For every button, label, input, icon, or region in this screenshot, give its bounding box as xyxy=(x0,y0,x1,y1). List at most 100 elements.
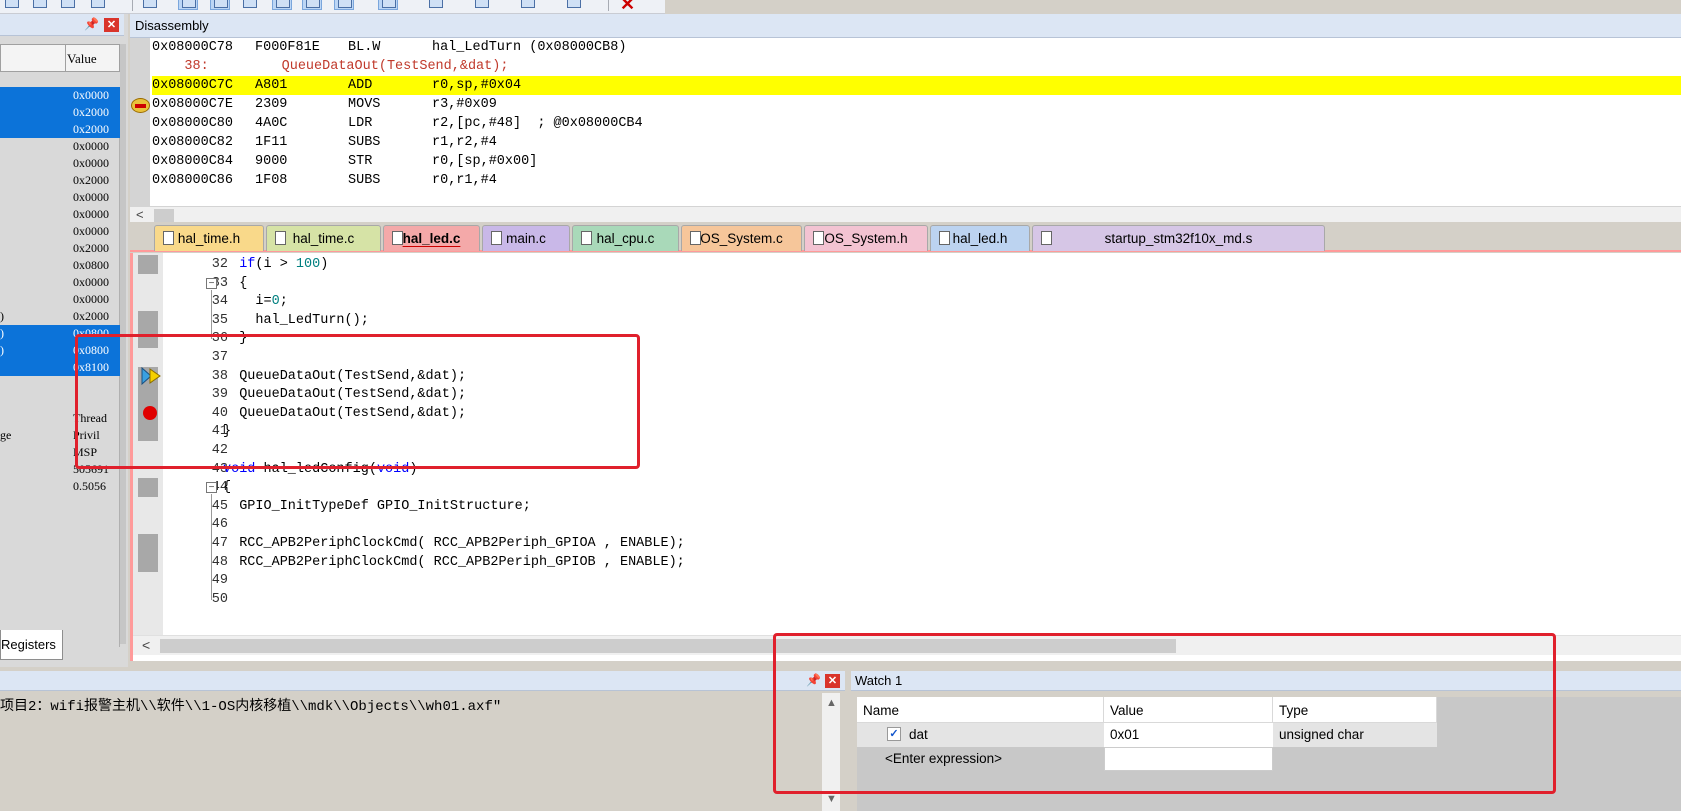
build-output-scrollbar[interactable]: ▲ ▼ xyxy=(822,693,840,811)
code-line[interactable]: RCC_APB2PeriphClockCmd( RCC_APB2Periph_G… xyxy=(223,534,685,553)
tab-startup-stm32f10x-md-s[interactable]: startup_stm32f10x_md.s xyxy=(1032,225,1325,251)
scroll-left-icon[interactable]: < xyxy=(136,207,144,222)
toolbar-button[interactable] xyxy=(88,0,108,10)
register-row[interactable]: ) 0x0800 xyxy=(0,342,120,359)
watch-row-name[interactable]: ✓ dat xyxy=(857,723,1104,747)
disassembly-scrollbar[interactable]: < xyxy=(130,206,1681,223)
pin-icon[interactable]: 📌 xyxy=(806,673,821,687)
enter-expression-value[interactable] xyxy=(1104,747,1273,771)
register-row[interactable]: 0x0000 xyxy=(0,138,120,155)
disassembly-source-line[interactable]: 38: QueueDataOut(TestSend,&dat); xyxy=(152,57,1681,76)
code-line[interactable]: void hal_ledConfig(void) xyxy=(223,460,417,479)
register-row[interactable]: ) 0x0800 xyxy=(0,325,120,342)
register-row[interactable] xyxy=(0,376,120,393)
disassembly-line[interactable]: 0x08000C78 F000F81E BL.W hal_LedTurn (0x080… xyxy=(152,38,1681,57)
check-icon[interactable]: ✓ xyxy=(887,727,901,741)
code-line[interactable]: RCC_APB2PeriphClockCmd( RCC_APB2Periph_G… xyxy=(223,553,685,572)
register-row[interactable]: MSP xyxy=(0,444,120,461)
tab-registers[interactable]: Registers xyxy=(0,630,63,660)
code-line[interactable]: { xyxy=(223,478,231,497)
register-row[interactable]: 0x0000 xyxy=(0,291,120,308)
register-row[interactable]: 0x0000 xyxy=(0,274,120,291)
code-line[interactable]: } xyxy=(223,422,231,441)
disassembly-line[interactable]: 0x08000C80 4A0C LDR r2,[pc,#48] ; @0x08000C… xyxy=(152,114,1681,133)
register-row[interactable]: 0x0000 xyxy=(0,189,120,206)
toolbar-button[interactable] xyxy=(472,0,492,10)
run-button[interactable] xyxy=(140,0,160,10)
register-row[interactable]: ge Privil xyxy=(0,427,120,444)
register-row[interactable]: 0x2000 xyxy=(0,121,120,138)
code-line[interactable]: { xyxy=(223,274,247,293)
scroll-down-icon[interactable]: ▼ xyxy=(826,793,837,805)
watch-column-value[interactable]: Value xyxy=(1104,697,1273,723)
toolbar-button[interactable] xyxy=(58,0,78,10)
close-icon[interactable]: ✕ xyxy=(825,674,840,688)
register-row[interactable] xyxy=(0,393,120,410)
disassembly-line[interactable]: 0x08000C7C A801 ADD r0,sp,#0x04 xyxy=(152,76,1681,95)
tab-hal-led-c[interactable]: hal_led.c xyxy=(383,225,480,251)
value-column-header[interactable]: Value xyxy=(67,51,97,67)
toolbar-button[interactable] xyxy=(518,0,538,10)
tab-hal-time-h[interactable]: hal_time.h xyxy=(154,225,264,251)
close-icon[interactable]: ✕ xyxy=(620,0,635,15)
pin-icon[interactable]: 📌 xyxy=(84,17,99,31)
tab-os-system-c[interactable]: OS_System.c xyxy=(681,225,802,251)
disassembly-line[interactable]: 0x08000C82 1F11 SUBS r1,r2,#4 xyxy=(152,133,1681,152)
tab-hal-cpu-c[interactable]: hal_cpu.c xyxy=(572,225,679,251)
code-editor[interactable]: 32 33 34 35 36 37 38 39 40 41 42 43 44 45 46 47 48 49 50 i… xyxy=(130,253,1681,661)
disassembly-line[interactable]: 0x08000C84 9000 STR r0,[sp,#0x00] xyxy=(152,152,1681,171)
breakpoint-icon[interactable] xyxy=(143,405,157,420)
watch-column-name[interactable]: Name xyxy=(857,697,1104,723)
fold-icon[interactable]: − xyxy=(206,277,217,289)
code-line[interactable]: QueueDataOut(TestSend,&dat); xyxy=(223,367,466,386)
registers-scrollbar[interactable] xyxy=(120,44,126,644)
register-row[interactable]: 0x0800 xyxy=(0,257,120,274)
scroll-left-icon[interactable]: < xyxy=(142,637,150,653)
watch-row-value[interactable]: 0x01 xyxy=(1104,723,1273,747)
register-row[interactable]: 0x2000 xyxy=(0,172,120,189)
register-row[interactable]: 0x0000 xyxy=(0,206,120,223)
register-row[interactable]: 0.5056 xyxy=(0,478,120,495)
toolbar-button[interactable] xyxy=(272,0,292,10)
editor-scrollbar[interactable]: < xyxy=(133,635,1681,655)
register-row[interactable]: ) 0x2000 xyxy=(0,308,120,325)
toolbar-button[interactable] xyxy=(564,0,584,10)
tab-os-system-h[interactable]: OS_System.h xyxy=(804,225,928,251)
watch-column-type[interactable]: Type xyxy=(1273,697,1437,723)
scrollbar-thumb[interactable] xyxy=(154,209,174,222)
register-row[interactable]: 0x2000 xyxy=(0,104,120,121)
code-line[interactable]: i=0; xyxy=(223,292,287,311)
toolbar-button[interactable] xyxy=(30,0,50,10)
register-row[interactable]: 0x0000 xyxy=(0,155,120,172)
toolbar-button[interactable] xyxy=(240,0,260,10)
register-row[interactable]: 0x2000 xyxy=(0,240,120,257)
register-row[interactable]: Thread xyxy=(0,410,120,427)
code-line[interactable]: } xyxy=(223,329,247,348)
code-line[interactable]: QueueDataOut(TestSend,&dat); xyxy=(223,404,466,423)
code-line[interactable]: QueueDataOut(TestSend,&dat); xyxy=(223,385,466,404)
code-line[interactable]: if(i > 100) xyxy=(223,255,328,274)
disassembly-line[interactable]: 0x08000C7E 2309 MOVS r3,#0x09 xyxy=(152,95,1681,114)
code-line[interactable]: GPIO_InitTypeDef GPIO_InitStructure; xyxy=(223,497,531,516)
toolbar-button[interactable] xyxy=(378,0,398,10)
code-line[interactable]: hal_LedTurn(); xyxy=(223,311,368,330)
register-row[interactable]: 505691 xyxy=(0,461,120,478)
close-icon[interactable]: ✕ xyxy=(104,18,119,32)
toolbar-button[interactable] xyxy=(178,0,198,10)
fold-icon[interactable]: − xyxy=(206,482,217,494)
register-row[interactable]: 0x0000 xyxy=(0,87,120,104)
enter-expression-row[interactable]: <Enter expression> xyxy=(857,747,1104,771)
tab-hal-led-h[interactable]: hal_led.h xyxy=(930,225,1030,251)
toolbar-button[interactable] xyxy=(334,0,354,10)
scroll-up-icon[interactable]: ▲ xyxy=(826,697,837,709)
toolbar-button[interactable] xyxy=(426,0,446,10)
register-row[interactable]: 0x8100 xyxy=(0,359,120,376)
toolbar-button[interactable] xyxy=(210,0,230,10)
toolbar-button[interactable] xyxy=(302,0,322,10)
tab-hal-time-c[interactable]: hal_time.c xyxy=(266,225,381,251)
tab-main-c[interactable]: main.c xyxy=(482,225,570,251)
register-row[interactable]: 0x0000 xyxy=(0,223,120,240)
toolbar-button[interactable] xyxy=(2,0,22,10)
scrollbar-thumb[interactable] xyxy=(160,639,1176,653)
disassembly-line[interactable]: 0x08000C86 1F08 SUBS r0,r1,#4 xyxy=(152,171,1681,190)
